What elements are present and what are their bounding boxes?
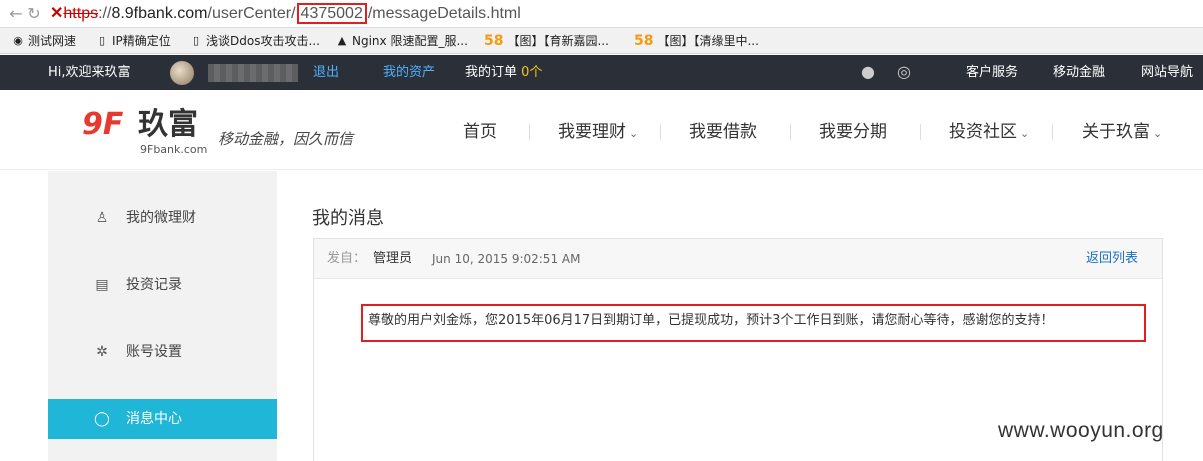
- url-domain: 8.9fbank.com: [111, 5, 208, 22]
- mobile-finance-link[interactable]: 移动金融: [1053, 55, 1105, 90]
- bookmark-item[interactable]: ▯ IP精确定位: [96, 33, 171, 49]
- watermark: www.wooyun.org: [998, 419, 1164, 442]
- site-header: 9F 玖富 9Fbank.com 移动金融，因久而信 首页 我要理财 ⌄ 我要借款…: [0, 90, 1203, 170]
- chevron-down-icon: ⌄: [629, 127, 639, 140]
- site-nav-link[interactable]: 网站导航: [1141, 55, 1193, 90]
- url-scheme: https: [63, 5, 99, 22]
- penguin-icon: ▲: [337, 34, 347, 47]
- message-sender: 管理员: [373, 251, 413, 266]
- slogan: 移动金融，因久而信: [218, 130, 354, 148]
- logo-mark[interactable]: 9F: [82, 110, 134, 140]
- my-orders-link[interactable]: 我的订单 0个: [465, 55, 542, 90]
- from-label: 发自：: [327, 251, 367, 266]
- bookmarks-bar: ◉ 测试网速 ▯ IP精确定位 ▯ 浅谈Ddos攻击攻击... ▲ Nginx 限速配置…: [0, 28, 1203, 54]
- page-icon: ▯: [192, 34, 200, 47]
- chevron-down-icon: ⌄: [1020, 127, 1030, 140]
- site-top-bar: Hi,欢迎来玖富 退出 我的资产 我的订单 0个 ● ◎ 客户服务 移动金融 网…: [0, 55, 1203, 90]
- user-sidebar: ♙ 我的微理财 ▤ 投资记录 ✲ 账号设置 ◯ 消息中心: [48, 171, 277, 461]
- chevron-down-icon: ⌄: [1153, 127, 1163, 140]
- url-path-end: /messageDetails.html: [367, 5, 521, 22]
- bookmark-item[interactable]: ▲ Nginx 限速配置_服...: [336, 33, 468, 49]
- browser-address-bar: ← ↻ ✕https://8.9fbank.com/userCenter/437…: [0, 0, 1203, 28]
- nav-divider: [660, 124, 661, 140]
- nav-divider: [529, 124, 530, 140]
- customer-service-link[interactable]: 客户服务: [966, 55, 1018, 90]
- eye-icon: ◉: [13, 34, 23, 47]
- logo-domain: 9Fbank.com: [140, 143, 208, 156]
- nav-about[interactable]: 关于玖富 ⌄: [1082, 120, 1162, 144]
- message-date: Jun 10, 2015 9:02:51 AM: [432, 252, 581, 266]
- chat-icon: ◯: [94, 411, 110, 427]
- sidebar-item-account-settings[interactable]: ✲ 账号设置: [48, 332, 277, 372]
- orders-count: 0个: [521, 65, 543, 80]
- wechat-icon[interactable]: ●: [858, 63, 878, 81]
- weibo-icon[interactable]: ◎: [894, 63, 914, 81]
- url-separator: ://: [98, 5, 112, 22]
- url-user-id: 4375002: [296, 3, 367, 24]
- logo-name[interactable]: 玖富: [138, 108, 198, 142]
- my-assets-link[interactable]: 我的资产: [383, 55, 435, 90]
- reload-icon[interactable]: ↻: [24, 4, 44, 24]
- logout-link[interactable]: 退出: [313, 55, 339, 90]
- blurred-username: [208, 64, 298, 82]
- list-icon: ▤: [95, 277, 109, 293]
- nav-invest[interactable]: 我要理财 ⌄: [558, 120, 638, 144]
- greeting-text: Hi,欢迎来玖富: [48, 65, 131, 80]
- sidebar-item-my-finance[interactable]: ♙ 我的微理财: [48, 198, 277, 238]
- nav-divider: [1052, 124, 1053, 140]
- message-header: 发自： 管理员 Jun 10, 2015 9:02:51 AM 返回列表: [314, 239, 1162, 279]
- nav-divider: [920, 124, 921, 140]
- bookmark-58-badge: 58: [634, 33, 654, 49]
- avatar[interactable]: [170, 61, 194, 85]
- sidebar-item-invest-records[interactable]: ▤ 投资记录: [48, 265, 277, 305]
- bookmark-item[interactable]: ◉ 测试网速: [12, 33, 76, 49]
- url-path-start: /userCenter/: [207, 5, 296, 22]
- bookmark-item[interactable]: 58 【图】【育新嘉园...: [484, 33, 609, 49]
- user-icon: ♙: [95, 210, 109, 226]
- message-body: 尊敬的用户刘金烁，您2015年06月17日到期订单，已提现成功，预计3个工作日到…: [361, 304, 1146, 342]
- back-arrow-icon[interactable]: ←: [6, 4, 26, 24]
- nav-community[interactable]: 投资社区 ⌄: [949, 120, 1029, 144]
- nav-home[interactable]: 首页: [463, 120, 497, 144]
- nav-divider: [790, 124, 791, 140]
- bookmark-58-badge: 58: [484, 33, 504, 49]
- insecure-cross-icon: ✕: [50, 5, 64, 22]
- page-title: 我的消息: [312, 208, 384, 229]
- url-field[interactable]: ✕https://8.9fbank.com/userCenter/4375002…: [50, 3, 521, 25]
- sidebar-item-message-center[interactable]: ◯ 消息中心: [48, 399, 277, 439]
- bookmark-item[interactable]: 58 【图】【清缘里中...: [634, 33, 759, 49]
- gear-icon: ✲: [96, 344, 108, 360]
- nav-borrow[interactable]: 我要借款: [689, 120, 757, 144]
- page-icon: ▯: [98, 34, 106, 47]
- back-to-list-link[interactable]: 返回列表: [1086, 239, 1138, 279]
- bookmark-item[interactable]: ▯ 浅谈Ddos攻击攻击...: [190, 33, 320, 49]
- nav-installment[interactable]: 我要分期: [819, 120, 887, 144]
